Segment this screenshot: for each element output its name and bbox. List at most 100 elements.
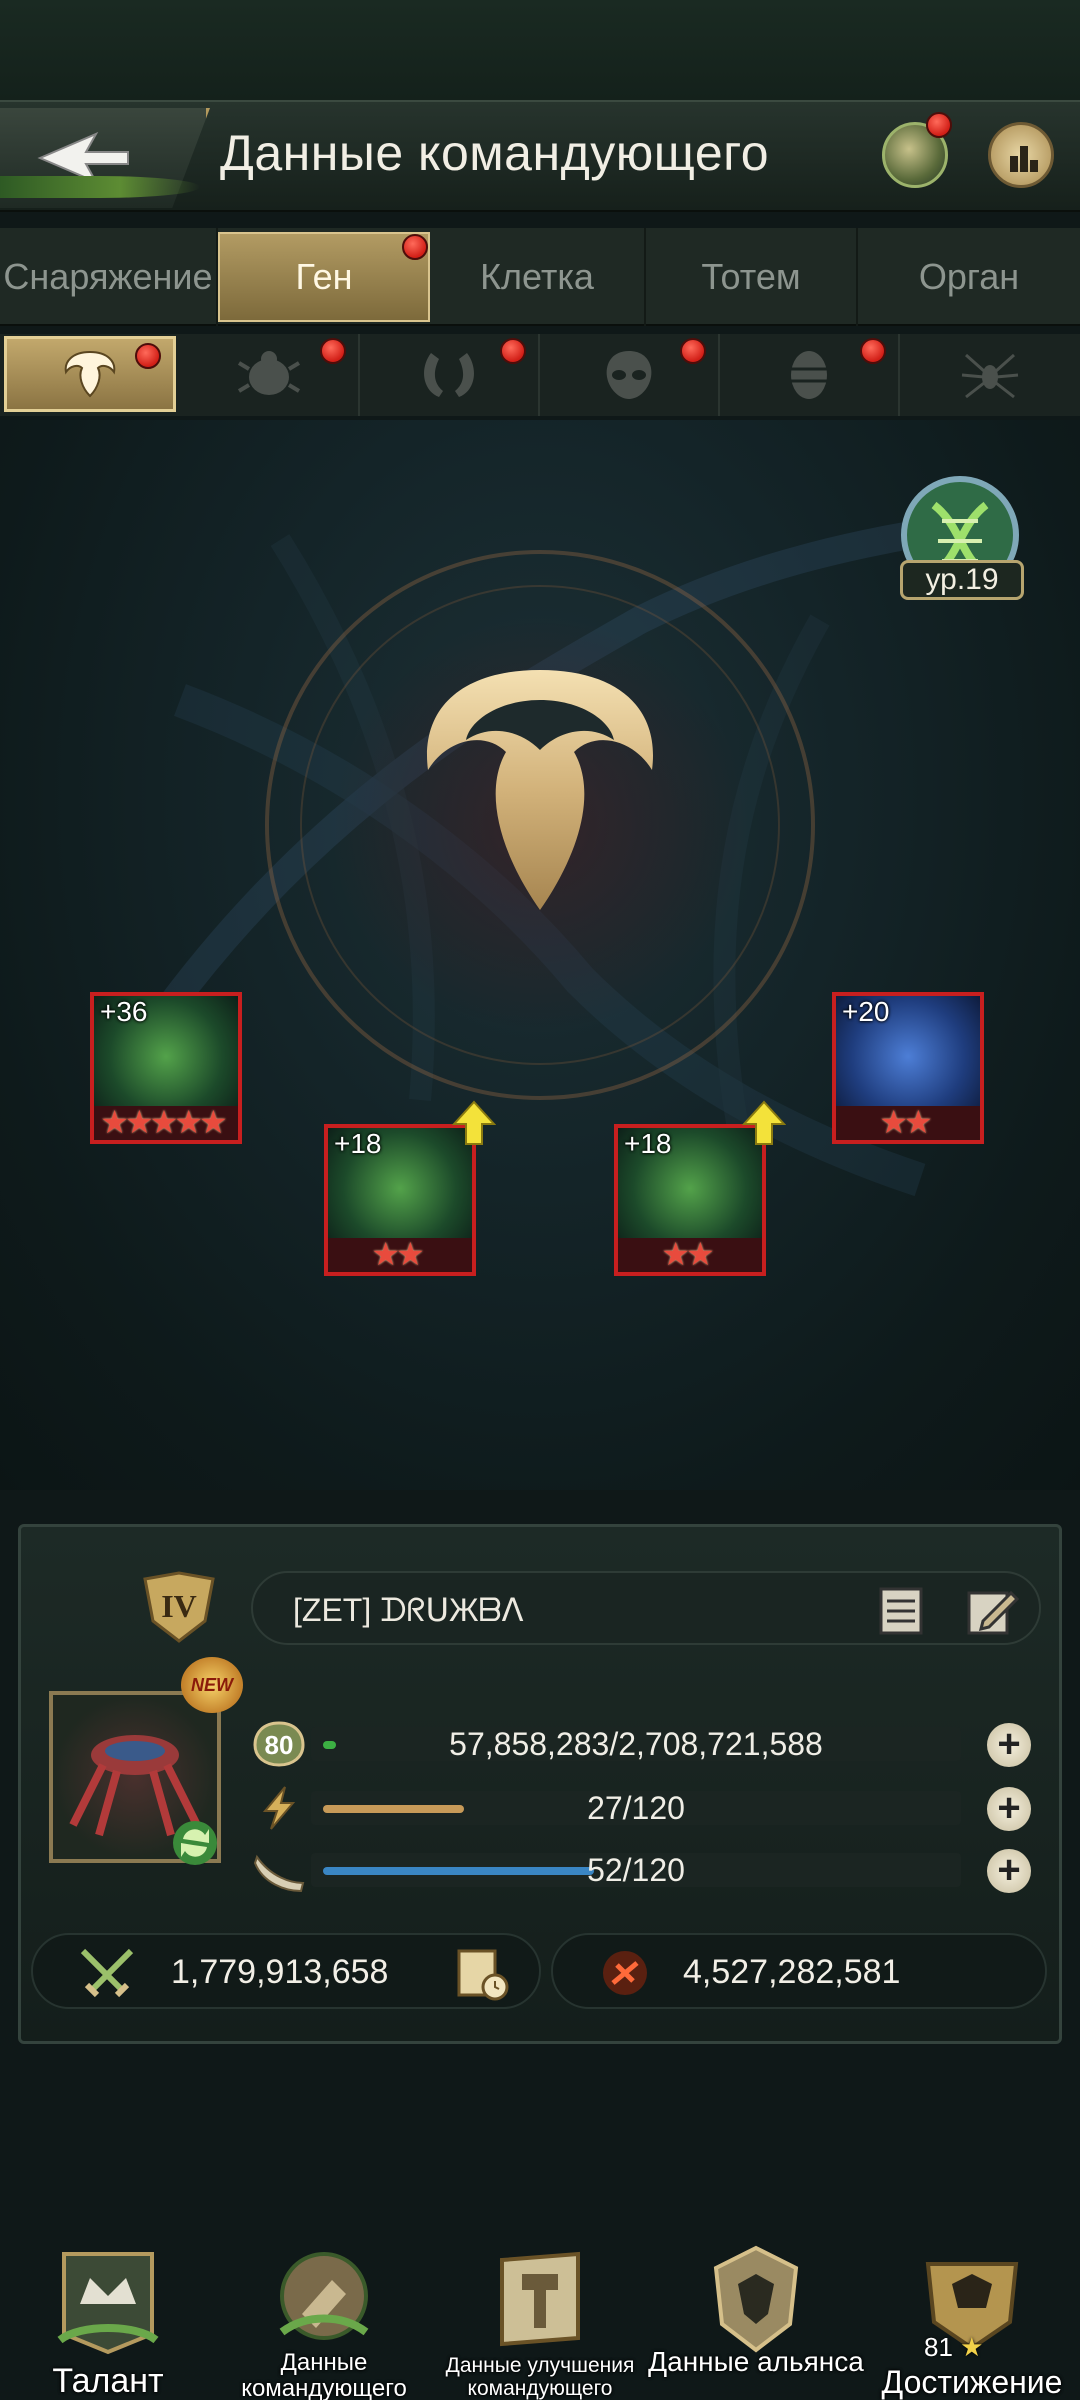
upgrade-arrow-icon xyxy=(742,1100,786,1145)
alliance-shield-icon xyxy=(713,2245,799,2353)
achievement-count-value: 81 xyxy=(924,2332,953,2362)
nav-talent-label: Талант xyxy=(52,2362,164,2400)
page-title: Данные командующего xyxy=(220,125,770,181)
bar-chart-icon xyxy=(1010,146,1038,172)
star-rating: ★ ★ xyxy=(328,1236,472,1272)
history-scroll-icon[interactable] xyxy=(451,1943,511,2003)
crossed-swords-icon xyxy=(80,1948,134,1998)
mandible-icon xyxy=(424,353,474,397)
subtab-spider[interactable] xyxy=(900,334,1080,416)
commander-info-panel: IV [ZET] ᗪᖇᑌЖᗷᐱ NEW 80 57,858,283/2,708,… xyxy=(18,1524,1062,2044)
star-icon: ★ xyxy=(396,1236,425,1272)
tab-equipment[interactable]: Снаряжение xyxy=(0,228,218,326)
kills-box: 4,527,282,581 xyxy=(551,1933,1047,2009)
gene-display-area: ур.19 +36 ★ ★ ★ ★ ★ +18 ★ ★ +18 ★ ★ +20 … xyxy=(0,420,1080,1490)
tab-gene-label: Ген xyxy=(295,256,353,297)
achievement-count: 81 ★ xyxy=(924,2332,983,2363)
notification-dot xyxy=(926,112,952,138)
horn-icon xyxy=(253,1854,305,1893)
gene-bonus: +36 xyxy=(100,996,148,1027)
exp-row: 80 57,858,283/2,708,721,588 + xyxy=(251,1721,1041,1767)
tab-gene[interactable]: Ген xyxy=(218,232,430,322)
vine-decoration xyxy=(0,176,200,198)
subtab-cocoon[interactable] xyxy=(720,334,900,416)
nav-achievement[interactable]: Достижение xyxy=(864,2230,1080,2400)
nav-achievement-label: Достижение xyxy=(881,2364,1063,2400)
gene-level-label: ур.19 xyxy=(900,560,1024,600)
hammer-scroll-icon xyxy=(500,2251,580,2347)
kills-ant-icon xyxy=(603,1951,647,1995)
add-stamina-button[interactable]: + xyxy=(987,1849,1031,1893)
level-badge-icon: 80 xyxy=(251,1721,307,1767)
nav-alliance-data[interactable]: Данные альянса xyxy=(648,2230,864,2400)
beetle-icon xyxy=(237,351,301,395)
tab-totem[interactable]: Тотем xyxy=(646,228,858,326)
stats-button[interactable] xyxy=(988,122,1054,188)
nav-commander-data[interactable]: Данные командующего xyxy=(216,2230,432,2400)
subtab-badge xyxy=(135,343,161,369)
gene-subtabs xyxy=(0,334,1080,416)
gene-card-1[interactable]: +36 ★ ★ ★ ★ ★ xyxy=(90,992,242,1144)
subtab-badge xyxy=(680,338,706,364)
player-name: [ZET] ᗪᖇᑌЖᗷᐱ xyxy=(293,1592,524,1628)
tab-gene-badge xyxy=(402,234,428,260)
stamina-row: 52/120 + xyxy=(251,1847,1041,1893)
subtab-badge xyxy=(860,338,886,364)
horned-mask-emblem-icon xyxy=(426,670,654,910)
add-exp-button[interactable]: + xyxy=(987,1723,1031,1767)
gene-bonus: +18 xyxy=(334,1128,382,1159)
tab-organ[interactable]: Орган xyxy=(858,228,1080,326)
add-energy-button[interactable]: + xyxy=(987,1787,1031,1831)
nav-commander-data-label: Данные командующего xyxy=(241,2349,407,2400)
horned-mask-icon xyxy=(64,350,116,398)
star-rating: ★ ★ xyxy=(618,1236,762,1272)
main-tabs: Снаряжение Ген Клетка Тотем Орган xyxy=(0,228,1080,326)
nav-commander-upgrade-label: Данные улучшения командующего xyxy=(445,2354,635,2400)
gene-bonus: +18 xyxy=(624,1128,672,1159)
power-box: 1,779,913,658 xyxy=(31,1933,541,2009)
star-icon: ★ xyxy=(960,2332,984,2362)
name-bar: [ZET] ᗪᖇᑌЖᗷᐱ xyxy=(251,1571,1041,1645)
subtab-badge xyxy=(500,338,526,364)
star-icon: ★ xyxy=(904,1104,933,1140)
exp-value: 57,858,283/2,708,721,588 xyxy=(449,1726,823,1762)
spider-icon xyxy=(961,353,1019,399)
subtab-badge xyxy=(320,338,346,364)
star-rating: ★ ★ ★ ★ ★ xyxy=(94,1104,238,1140)
skull-mask-icon xyxy=(606,351,652,399)
talent-crown-icon xyxy=(57,2252,159,2355)
nav-talent[interactable]: Талант xyxy=(0,2230,216,2400)
subtab-mandible[interactable] xyxy=(360,334,540,416)
star-icon: ★ xyxy=(686,1236,715,1272)
star-icon: ★ xyxy=(199,1104,228,1140)
status-bar-area xyxy=(0,0,1080,100)
nav-alliance-data-label: Данные альянса xyxy=(648,2346,864,2377)
tab-cell[interactable]: Клетка xyxy=(430,228,646,326)
level-value: 80 xyxy=(265,1730,294,1760)
star-rating: ★ ★ xyxy=(836,1104,980,1140)
gene-card-4[interactable]: +20 ★ ★ xyxy=(832,992,984,1144)
power-value: 1,779,913,658 xyxy=(171,1953,389,1991)
rank-badge-label: IV xyxy=(161,1588,197,1624)
notes-icon[interactable] xyxy=(873,1583,929,1639)
upgrade-arrow-icon xyxy=(452,1100,496,1145)
energy-value: 27/120 xyxy=(587,1790,685,1826)
edit-icon[interactable] xyxy=(963,1583,1019,1639)
stamina-value: 52/120 xyxy=(587,1852,685,1888)
subtab-beetle[interactable] xyxy=(180,334,360,416)
nav-commander-upgrade[interactable]: Данные улучшения командующего xyxy=(432,2230,648,2400)
cocoon-icon xyxy=(791,351,827,399)
rank-badge-icon: IV xyxy=(143,1571,215,1643)
commander-data-icon xyxy=(279,2252,369,2340)
gene-card-3[interactable]: +18 ★ ★ xyxy=(614,1124,766,1276)
gene-bonus: +20 xyxy=(842,996,890,1027)
subtab-skull-mask[interactable] xyxy=(540,334,720,416)
new-badge: NEW xyxy=(181,1657,243,1713)
gene-card-2[interactable]: +18 ★ ★ xyxy=(324,1124,476,1276)
kills-value: 4,527,282,581 xyxy=(683,1953,901,1991)
energy-row: 27/120 + xyxy=(251,1785,1041,1831)
swap-icon[interactable] xyxy=(169,1817,221,1869)
bottom-navigation: Талант Данные командующего Данные улучше… xyxy=(0,2230,1080,2400)
lightning-icon xyxy=(262,1786,296,1830)
subtab-horned-mask[interactable] xyxy=(4,336,176,412)
